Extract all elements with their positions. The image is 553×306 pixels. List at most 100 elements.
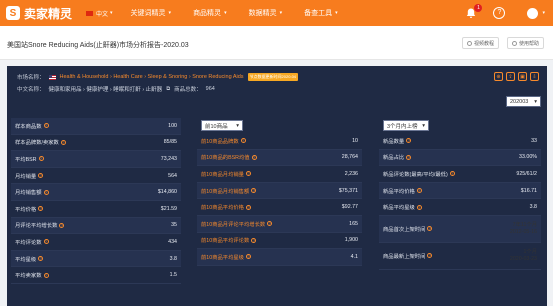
info-icon[interactable]: ? bbox=[38, 256, 44, 262]
market-report-panel: 市场名称： Health & Household › Health Care ›… bbox=[7, 66, 547, 306]
us-flag-icon bbox=[48, 74, 56, 80]
logo[interactable]: S 卖家精灵 bbox=[6, 5, 72, 22]
metric-value: 1个月 2020-03-23 bbox=[510, 249, 537, 263]
metric-label: 前10商品平均星级 bbox=[201, 254, 244, 261]
metric-value: 434 bbox=[168, 238, 177, 245]
overview-column: 样本商品数? 100 样本品牌数/卖家数? 85/85 平均BSR? 73,243 月… bbox=[11, 118, 181, 284]
info-icon[interactable]: ? bbox=[245, 254, 251, 260]
info-icon[interactable]: ? bbox=[38, 156, 44, 162]
chinese-category-path: 健康和家用品 › 健康护理 › 睡眠和打鼾 › 止鼾器 bbox=[48, 87, 163, 93]
info-icon[interactable]: ? bbox=[240, 138, 246, 144]
nav-keyword-label: 关键词精灵 bbox=[130, 10, 166, 17]
metric-value: 1.5 bbox=[169, 272, 177, 279]
logo-text: 卖家精灵 bbox=[24, 6, 73, 21]
metric-label: 商品最新上架时间 bbox=[383, 253, 426, 260]
image-icon[interactable]: ▣ bbox=[518, 72, 527, 81]
metric-label: 新品数量 bbox=[383, 138, 405, 145]
info-icon[interactable]: ? bbox=[427, 253, 433, 259]
chevron-down-icon: ▾ bbox=[542, 10, 545, 16]
metric-label: 月均销量 bbox=[15, 173, 37, 180]
info-icon[interactable]: ? bbox=[251, 188, 257, 194]
info-icon[interactable]: ? bbox=[267, 221, 273, 227]
metric-value: 2,236 bbox=[344, 170, 358, 177]
chevron-down-icon: ▾ bbox=[168, 10, 172, 16]
table-row: 新品数量? 33 bbox=[379, 133, 541, 150]
info-icon[interactable]: ? bbox=[60, 139, 66, 145]
avatar bbox=[527, 7, 539, 19]
metric-value: 10 bbox=[352, 137, 358, 144]
share-icon[interactable]: ⇪ bbox=[506, 72, 515, 81]
chevron-down-icon: ▾ bbox=[422, 122, 425, 129]
link-icon[interactable]: ⧉ bbox=[166, 86, 170, 93]
info-icon[interactable]: ? bbox=[43, 272, 49, 278]
table-row: 月均销量? 564 bbox=[11, 168, 181, 185]
metric-value: 3.8 bbox=[169, 255, 177, 262]
top10-column: 前10商品 ▾ 前10商品品牌数? 10 前10商品的BSR均值? 28,764 前… bbox=[197, 118, 362, 266]
table-row: 样本商品数? 100 bbox=[11, 118, 181, 135]
metric-label: 样本商品数 bbox=[15, 123, 42, 130]
chevron-down-icon: ▾ bbox=[279, 10, 283, 16]
info-icon[interactable]: ? bbox=[449, 171, 455, 177]
metric-value: 85/85 bbox=[163, 139, 177, 146]
table-row: 平均价格? $21.59 bbox=[11, 201, 181, 218]
category-path[interactable]: Health & Household › Health Care › Sleep… bbox=[60, 74, 244, 80]
download-icon[interactable]: ⇩ bbox=[530, 72, 539, 81]
play-icon bbox=[467, 40, 472, 46]
cart-icon[interactable]: ⊕ bbox=[494, 72, 503, 81]
metric-value: 100 bbox=[168, 122, 177, 129]
info-icon[interactable]: ? bbox=[43, 189, 49, 195]
new-products-select[interactable]: 3个月内上榜 ▾ bbox=[383, 120, 429, 131]
help-icon bbox=[512, 40, 517, 46]
help-icon[interactable]: ? bbox=[493, 7, 506, 19]
info-icon[interactable]: ? bbox=[416, 188, 422, 194]
info-icon[interactable]: ? bbox=[406, 138, 412, 144]
product-count-label: 商品总数： bbox=[174, 87, 202, 93]
info-icon[interactable]: ? bbox=[251, 154, 257, 160]
info-icon[interactable]: ? bbox=[43, 123, 49, 129]
page-header: 美国站Snore Reducing Aids(止鼾器)市场分析报告-2020.0… bbox=[0, 26, 553, 60]
table-row: 新品平均价格? $16.71 bbox=[379, 182, 541, 200]
top-right-tools: 1 ? ▾ bbox=[465, 0, 545, 26]
nav-keyword[interactable]: 关键词精灵 ▾ bbox=[131, 8, 172, 18]
notification-badge: 1 bbox=[474, 4, 483, 12]
info-icon[interactable]: ? bbox=[406, 154, 412, 160]
metric-label: 平均价格 bbox=[15, 206, 37, 213]
chevron-down-icon: ▾ bbox=[110, 10, 113, 16]
table-row: 新品评论数(最高/平均/最低)? 925/61/2 bbox=[379, 166, 541, 183]
video-tutorial-label: 视频教程 bbox=[474, 40, 495, 47]
info-icon[interactable]: ? bbox=[251, 237, 257, 243]
info-icon[interactable]: ? bbox=[38, 206, 44, 212]
nav-tools[interactable]: 备查工具 ▾ bbox=[304, 8, 338, 18]
nav-tools-label: 备查工具 bbox=[304, 10, 333, 17]
table-row: 前10商品平均星级? 4.1 bbox=[197, 249, 362, 266]
info-icon[interactable]: ? bbox=[38, 173, 44, 179]
table-row: 前10商品月均销量? 2,236 bbox=[197, 166, 362, 183]
metric-label: 平均BSR bbox=[15, 156, 37, 163]
metric-value: 35 bbox=[171, 222, 177, 229]
nav-product[interactable]: 商品精灵 ▾ bbox=[193, 8, 227, 18]
info-icon[interactable]: ? bbox=[427, 226, 433, 232]
notification-button[interactable]: 1 bbox=[465, 4, 483, 19]
first-listed-duration: 7年11个月 bbox=[512, 221, 537, 228]
top10-select[interactable]: 前10商品 ▾ bbox=[201, 120, 243, 131]
user-menu[interactable]: ▾ bbox=[527, 7, 545, 19]
nav-data[interactable]: 数据精灵 ▾ bbox=[249, 8, 283, 18]
language-selector[interactable]: 中文 ▾ bbox=[86, 9, 113, 18]
info-icon[interactable]: ? bbox=[245, 204, 251, 210]
info-icon[interactable]: ? bbox=[416, 204, 422, 210]
info-icon[interactable]: ? bbox=[245, 171, 251, 177]
period-select[interactable]: 202003 ▾ bbox=[506, 96, 541, 107]
info-icon[interactable]: ? bbox=[43, 239, 49, 245]
chevron-down-icon: ▾ bbox=[224, 10, 227, 16]
action-icons: ⊕ ⇪ ▣ ⇩ bbox=[491, 72, 539, 81]
video-tutorial-button[interactable]: 视频教程 bbox=[462, 37, 500, 49]
table-row: 商品最新上架时间? 1个月 2020-03-23 bbox=[379, 243, 541, 270]
table-row: 平均星级? 3.8 bbox=[11, 250, 181, 268]
metric-label: 前10商品品牌数 bbox=[201, 138, 239, 145]
main-nav: 关键词精灵 ▾ 商品精灵 ▾ 数据精灵 ▾ 备查工具 ▾ bbox=[131, 8, 360, 18]
chevron-down-icon: ▾ bbox=[534, 98, 537, 105]
metric-value: 73,243 bbox=[160, 155, 177, 162]
language-label: 中文 bbox=[96, 11, 109, 18]
info-icon[interactable]: ? bbox=[59, 222, 65, 228]
help-button[interactable]: 使用帮助 bbox=[507, 37, 545, 49]
